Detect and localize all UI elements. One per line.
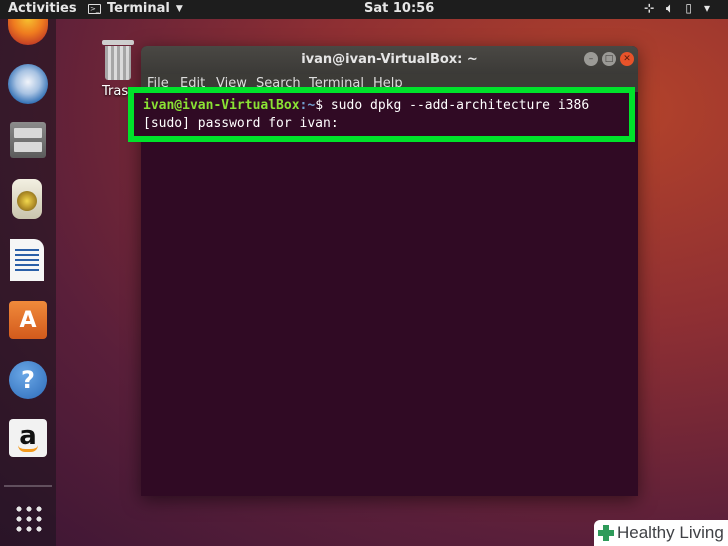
terminal-titlebar[interactable]: ivan@ivan-VirtualBox: ~ – □ ✕ xyxy=(141,46,638,74)
show-applications-icon[interactable] xyxy=(14,504,42,532)
window-title: ivan@ivan-VirtualBox: ~ xyxy=(301,52,478,67)
maximize-icon[interactable]: □ xyxy=(602,52,616,66)
terminal-output[interactable]: ivan@ivan-VirtualBox:~$ sudo dpkg --add-… xyxy=(143,97,589,133)
dock: A ? a xyxy=(0,19,56,546)
command-text: sudo dpkg --add-architecture i386 xyxy=(330,98,590,113)
prompt-path: :~ xyxy=(299,98,316,113)
minimize-icon[interactable]: – xyxy=(584,52,598,66)
battery-icon[interactable]: ▯ xyxy=(685,1,692,16)
clock[interactable]: Sat 10:56 xyxy=(364,1,434,16)
close-icon[interactable]: ✕ xyxy=(620,52,634,66)
prompt-symbol: $ xyxy=(315,98,331,113)
command-highlight-box: ivan@ivan-VirtualBox:~$ sudo dpkg --add-… xyxy=(128,87,635,142)
rhythmbox-icon[interactable] xyxy=(12,179,42,219)
trash-body xyxy=(105,46,131,80)
watermark: Healthy Living xyxy=(594,520,728,546)
activities-button[interactable]: Activities xyxy=(8,1,77,16)
amazon-icon[interactable]: a xyxy=(9,419,47,457)
dock-separator xyxy=(4,485,52,487)
firefox-icon[interactable] xyxy=(8,19,48,45)
watermark-text: Healthy Living xyxy=(617,523,724,542)
password-prompt: [sudo] password for ivan: xyxy=(143,116,339,131)
prompt-user: ivan@ivan-VirtualBox xyxy=(143,98,300,113)
trash-label[interactable]: Tras xyxy=(102,84,128,99)
app-menu-label: Terminal xyxy=(107,1,170,16)
files-icon[interactable] xyxy=(10,122,46,158)
chevron-down-icon: ▼ xyxy=(175,3,183,14)
writer-icon[interactable] xyxy=(10,239,44,281)
trash-lid xyxy=(102,40,134,45)
system-tray[interactable]: ⊹ 🔈︎ ▯ ▾ xyxy=(644,1,710,16)
top-bar: Activities >_ Terminal ▼ Sat 10:56 ⊹ 🔈︎ … xyxy=(0,0,728,19)
help-icon[interactable]: ? xyxy=(9,361,47,399)
app-menu[interactable]: >_ Terminal ▼ xyxy=(88,1,183,16)
plus-logo-icon xyxy=(598,525,614,541)
software-icon[interactable]: A xyxy=(9,301,47,339)
network-icon[interactable]: ⊹ xyxy=(644,1,654,16)
volume-icon[interactable]: 🔈︎ xyxy=(666,1,673,16)
terminal-small-icon: >_ xyxy=(88,3,101,14)
power-menu-icon[interactable]: ▾ xyxy=(704,1,710,16)
thunderbird-icon[interactable] xyxy=(8,64,48,104)
trash-icon[interactable] xyxy=(102,40,134,80)
